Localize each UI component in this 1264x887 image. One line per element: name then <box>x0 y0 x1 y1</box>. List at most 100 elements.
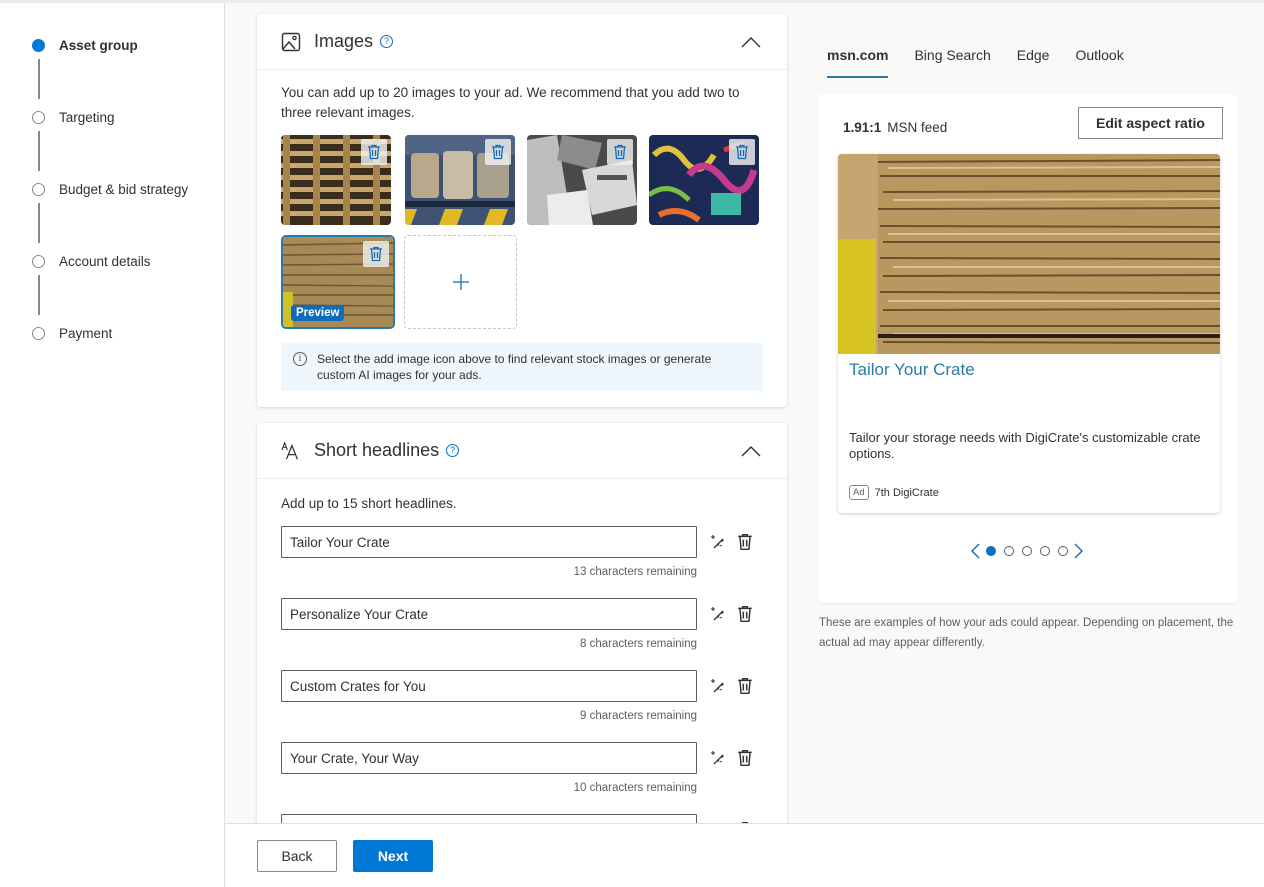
next-button[interactable]: Next <box>353 840 433 872</box>
magic-wand-icon <box>711 751 724 765</box>
image-thumbnail-pallets[interactable] <box>281 135 391 225</box>
main-content[interactable]: Images ? You can add up to 20 images to … <box>226 3 802 823</box>
delete-headline-button[interactable] <box>737 749 755 767</box>
preview-disclaimer: These are examples of how your ads could… <box>819 617 1234 649</box>
ai-rewrite-button[interactable] <box>709 677 727 695</box>
tab-bing-search[interactable]: Bing Search <box>914 47 990 79</box>
images-card-title: Images <box>314 31 374 51</box>
step-label: Targeting <box>59 109 115 125</box>
headline-list: 13 characters remaining 8 characters rem… <box>257 526 787 823</box>
magic-wand-icon <box>711 679 724 693</box>
ad-preview[interactable]: Tailor Your Crate Tailor your storage ne… <box>838 154 1220 513</box>
headline-row: 13 characters remaining <box>257 526 787 598</box>
delete-headline-button[interactable] <box>737 677 755 695</box>
format-name: MSN feed <box>887 120 948 135</box>
carousel-dot-3[interactable] <box>1022 546 1032 556</box>
chevron-up-icon <box>741 36 761 47</box>
image-thumbnail-graffiti[interactable] <box>649 135 759 225</box>
trash-icon <box>738 605 752 623</box>
delete-image-button[interactable] <box>729 139 755 165</box>
step-connector <box>38 59 40 99</box>
collapse-images-button[interactable] <box>739 30 763 54</box>
preview-carousel <box>968 542 1086 560</box>
headlines-card-title: Short headlines <box>314 440 440 460</box>
step-indicator-icon <box>32 182 45 196</box>
delete-headline-button[interactable] <box>737 533 755 551</box>
ai-rewrite-button[interactable] <box>709 533 727 551</box>
step-indicator-icon <box>32 110 45 124</box>
tab-edge[interactable]: Edge <box>1017 47 1050 79</box>
short-headlines-card: Short headlines ? Add up to 15 short hea… <box>257 423 787 823</box>
headline-row: 10 characters remaining <box>257 742 787 814</box>
headline-input[interactable] <box>281 742 697 774</box>
help-icon[interactable]: ? <box>380 35 394 48</box>
preview-card: 1.91:1 MSN feed Edit aspect ratio Tailor… <box>818 94 1238 603</box>
step-asset-group[interactable]: Asset group <box>32 35 138 55</box>
carousel-dot-1[interactable] <box>986 546 996 556</box>
step-indicator-icon <box>32 254 45 268</box>
delete-image-button[interactable] <box>361 139 387 165</box>
ai-rewrite-button[interactable] <box>709 605 727 623</box>
headline-input[interactable] <box>281 814 697 823</box>
step-connector <box>38 203 40 243</box>
ad-headline: Tailor Your Crate <box>849 360 975 379</box>
aspect-ratio: 1.91:1 <box>843 120 882 135</box>
carousel-dot-5[interactable] <box>1058 546 1068 556</box>
headline-row: 9 characters remaining <box>257 670 787 742</box>
step-connector <box>38 131 40 171</box>
ad-preview-panel: msn.com Bing Search Edge Outlook 1.91:1 M… <box>802 3 1264 823</box>
add-image-button[interactable] <box>404 235 517 329</box>
help-icon[interactable]: ? <box>446 444 460 457</box>
carousel-dot-4[interactable] <box>1040 546 1050 556</box>
delete-image-button[interactable] <box>485 139 511 165</box>
trash-icon <box>738 533 752 551</box>
text-font-icon <box>281 440 301 461</box>
collapse-headlines-button[interactable] <box>739 439 763 463</box>
image-icon <box>281 32 301 52</box>
delete-image-button[interactable] <box>363 241 389 267</box>
magic-wand-icon <box>711 535 724 549</box>
carousel-dot-2[interactable] <box>1004 546 1014 556</box>
preview-badge: Preview <box>291 305 345 321</box>
ai-rewrite-button[interactable] <box>709 749 727 767</box>
step-label: Payment <box>59 325 113 341</box>
image-thumbnail-cardboard-sheets[interactable]: Preview <box>281 235 395 329</box>
edit-aspect-ratio-button[interactable]: Edit aspect ratio <box>1078 107 1223 139</box>
characters-remaining: 13 characters remaining <box>573 566 697 578</box>
back-button[interactable]: Back <box>257 840 337 872</box>
next-button[interactable] <box>1072 542 1086 560</box>
headline-input[interactable] <box>281 526 697 558</box>
trash-icon <box>738 677 752 695</box>
advertiser-name: 7th DigiCrate <box>874 486 939 499</box>
images-description: You can add up to 20 images to your ad. … <box>281 85 740 120</box>
chevron-right-icon <box>1074 543 1083 559</box>
headline-row: 8 characters remaining <box>257 598 787 670</box>
headline-input[interactable] <box>281 598 697 630</box>
step-targeting[interactable]: Targeting <box>32 107 115 127</box>
previous-button[interactable] <box>968 542 982 560</box>
step-payment[interactable]: Payment <box>32 323 112 343</box>
delete-image-button[interactable] <box>607 139 633 165</box>
tab-msn[interactable]: msn.com <box>827 47 889 79</box>
step-label: Account details <box>59 253 151 269</box>
image-thumbnail-cardboard-bales[interactable] <box>405 135 515 225</box>
trash-icon <box>492 144 504 160</box>
wizard-footer: Back Next <box>226 823 1264 887</box>
step-indicator-icon <box>32 38 45 52</box>
headline-input[interactable] <box>281 670 697 702</box>
image-thumbnail-posters[interactable] <box>527 135 637 225</box>
chevron-left-icon <box>971 543 980 559</box>
trash-icon <box>738 749 752 767</box>
image-grid: Preview <box>257 135 787 335</box>
delete-headline-button[interactable] <box>737 605 755 623</box>
step-budget-bid-strategy[interactable]: Budget & bid strategy <box>32 179 188 199</box>
magic-wand-icon <box>711 607 724 621</box>
step-account-details[interactable]: Account details <box>32 251 151 271</box>
step-connector <box>38 275 40 315</box>
ad-description: Tailor your storage needs with DigiCrate… <box>849 430 1201 461</box>
info-icon: i <box>293 352 307 366</box>
step-label: Budget & bid strategy <box>59 181 189 197</box>
ad-meta: Ad 7th DigiCrate <box>849 485 939 500</box>
tab-outlook[interactable]: Outlook <box>1075 47 1123 79</box>
ad-image <box>838 154 1220 354</box>
